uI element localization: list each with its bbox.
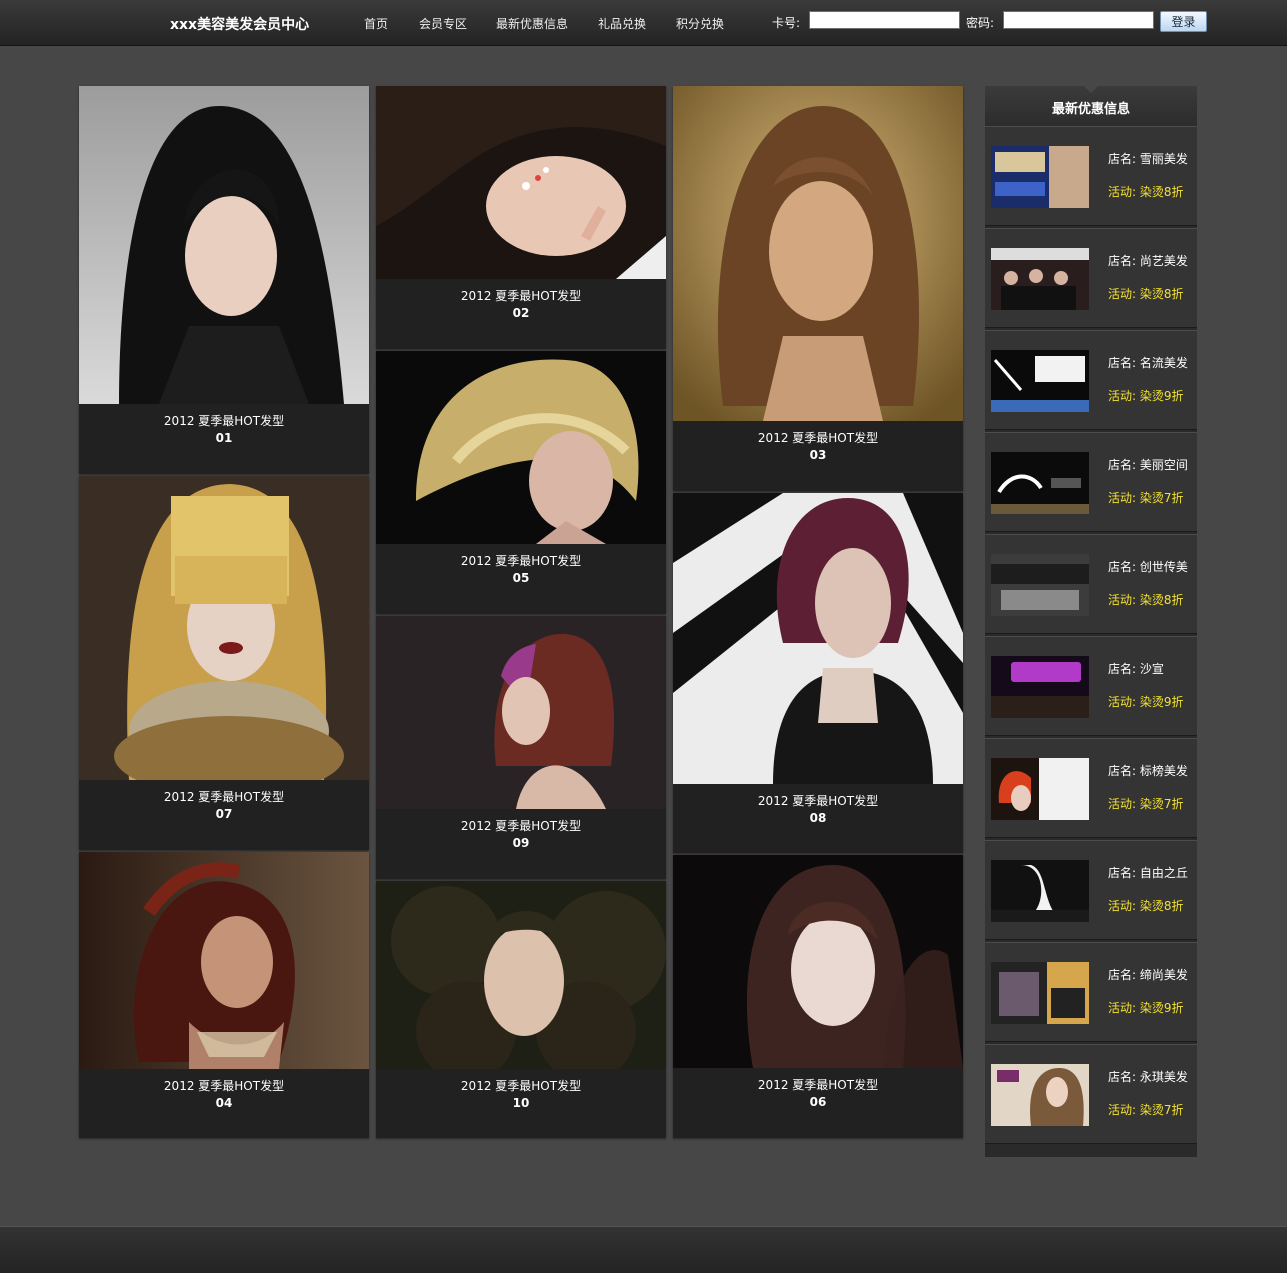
hairstyle-caption: 2012 夏季最HOT发型	[163, 1079, 285, 1093]
hairstyle-caption: 2012 夏季最HOT发型	[460, 554, 582, 568]
hairstyle-number: 05	[512, 571, 530, 585]
sidebar-notch	[1084, 86, 1098, 93]
promo-item[interactable]: 店名: 沙宣 活动: 染烫9折	[985, 636, 1197, 736]
footer-bar	[0, 1226, 1287, 1273]
promo-item[interactable]: 店名: 创世传美 活动: 染烫8折	[985, 534, 1197, 634]
store-deal: 活动: 染烫8折	[1108, 287, 1184, 301]
store-name: 店名: 标榜美发	[1108, 764, 1188, 778]
hairstyle-caption: 2012 夏季最HOT发型	[460, 819, 582, 833]
hairstyle-photo[interactable]	[376, 616, 666, 809]
hairstyle-card[interactable]: 2012 夏季最HOT发型 02	[376, 86, 666, 349]
store-deal: 活动: 染烫8折	[1108, 899, 1184, 913]
hairstyle-caption: 2012 夏季最HOT发型	[757, 431, 879, 445]
store-thumbnail[interactable]	[991, 248, 1089, 310]
hairstyle-number: 02	[512, 306, 530, 320]
store-name: 店名: 美丽空间	[1108, 458, 1188, 472]
store-name: 店名: 名流美发	[1108, 356, 1188, 370]
store-deal: 活动: 染烫7折	[1108, 491, 1184, 505]
hairstyle-number: 08	[809, 811, 827, 825]
hairstyle-number: 09	[512, 836, 530, 850]
card-number-label: 卡号:	[772, 16, 801, 30]
hairstyle-number: 07	[215, 807, 233, 821]
promo-item[interactable]: 店名: 标榜美发 活动: 染烫7折	[985, 738, 1197, 838]
promo-item[interactable]: 店名: 自由之丘 活动: 染烫8折	[985, 840, 1197, 940]
store-deal: 活动: 染烫8折	[1108, 185, 1184, 199]
store-name: 店名: 永琪美发	[1108, 1070, 1188, 1084]
hairstyle-number: 10	[512, 1096, 530, 1110]
store-thumbnail[interactable]	[991, 350, 1089, 412]
hairstyle-card[interactable]: 2012 夏季最HOT发型 09	[376, 616, 666, 879]
nav-points-exchange[interactable]: 积分兑换	[676, 15, 724, 32]
latest-offers-sidebar: 最新优惠信息 店名: 雪丽美发 活动: 染烫8折 店名: 尚艺美发 活动: 染烫…	[985, 86, 1197, 1157]
hairstyle-photo[interactable]	[79, 852, 369, 1069]
promo-item[interactable]: 店名: 永琪美发 活动: 染烫7折	[985, 1044, 1197, 1144]
promo-item[interactable]: 店名: 尚艺美发 活动: 染烫8折	[985, 228, 1197, 328]
hairstyle-caption: 2012 夏季最HOT发型	[163, 790, 285, 804]
hairstyle-card[interactable]: 2012 夏季最HOT发型 05	[376, 351, 666, 614]
store-thumbnail[interactable]	[991, 860, 1089, 922]
store-name: 店名: 沙宣	[1108, 662, 1164, 676]
hairstyle-caption: 2012 夏季最HOT发型	[460, 289, 582, 303]
hairstyle-photo[interactable]	[79, 476, 369, 780]
promo-item[interactable]: 店名: 缔尚美发 活动: 染烫9折	[985, 942, 1197, 1042]
store-deal: 活动: 染烫9折	[1108, 389, 1184, 403]
store-name: 店名: 自由之丘	[1108, 866, 1188, 880]
store-name: 店名: 缔尚美发	[1108, 968, 1188, 982]
hairstyle-card[interactable]: 2012 夏季最HOT发型 04	[79, 852, 369, 1138]
top-navigation-bar: xxx美容美发会员中心 首页 会员专区 最新优惠信息 礼品兑换 积分兑换 卡号:…	[0, 0, 1287, 46]
store-thumbnail[interactable]	[991, 554, 1089, 616]
password-input[interactable]	[1003, 11, 1154, 29]
nav-gift-exchange[interactable]: 礼品兑换	[598, 15, 646, 32]
store-deal: 活动: 染烫8折	[1108, 593, 1184, 607]
hairstyle-photo[interactable]	[79, 86, 369, 404]
promo-item[interactable]: 店名: 雪丽美发 活动: 染烫8折	[985, 126, 1197, 226]
hairstyle-card[interactable]: 2012 夏季最HOT发型 08	[673, 493, 963, 853]
store-thumbnail[interactable]	[991, 758, 1089, 820]
store-thumbnail[interactable]	[991, 962, 1089, 1024]
hairstyle-card[interactable]: 2012 夏季最HOT发型 10	[376, 881, 666, 1138]
hairstyle-number: 01	[215, 431, 233, 445]
hairstyle-number: 04	[215, 1096, 233, 1110]
store-name: 店名: 尚艺美发	[1108, 254, 1188, 268]
card-number-input[interactable]	[809, 11, 960, 29]
store-deal: 活动: 染烫7折	[1108, 797, 1184, 811]
store-thumbnail[interactable]	[991, 656, 1089, 718]
store-name: 店名: 雪丽美发	[1108, 152, 1188, 166]
site-title: xxx美容美发会员中心	[170, 17, 310, 33]
store-deal: 活动: 染烫9折	[1108, 1001, 1184, 1015]
hairstyle-card[interactable]: 2012 夏季最HOT发型 07	[79, 476, 369, 850]
hairstyle-caption: 2012 夏季最HOT发型	[757, 1078, 879, 1092]
hairstyle-caption: 2012 夏季最HOT发型	[757, 794, 879, 808]
hairstyle-photo[interactable]	[376, 86, 666, 279]
hairstyle-caption: 2012 夏季最HOT发型	[460, 1079, 582, 1093]
store-thumbnail[interactable]	[991, 1064, 1089, 1126]
hairstyle-card[interactable]: 2012 夏季最HOT发型 06	[673, 855, 963, 1138]
nav-member-zone[interactable]: 会员专区	[419, 15, 467, 32]
login-button[interactable]: 登录	[1160, 11, 1207, 32]
sidebar-header: 最新优惠信息	[985, 86, 1197, 126]
nav-home[interactable]: 首页	[364, 15, 388, 32]
hairstyle-number: 03	[809, 448, 827, 462]
promo-item[interactable]: 店名: 名流美发 活动: 染烫9折	[985, 330, 1197, 430]
hairstyle-caption: 2012 夏季最HOT发型	[163, 414, 285, 428]
store-thumbnail[interactable]	[991, 146, 1089, 208]
store-thumbnail[interactable]	[991, 452, 1089, 514]
store-deal: 活动: 染烫9折	[1108, 695, 1184, 709]
nav-latest-offers[interactable]: 最新优惠信息	[496, 15, 568, 32]
promo-item[interactable]: 店名: 美丽空间 活动: 染烫7折	[985, 432, 1197, 532]
hairstyle-photo[interactable]	[376, 351, 666, 544]
store-deal: 活动: 染烫7折	[1108, 1103, 1184, 1117]
hairstyle-photo[interactable]	[673, 86, 963, 421]
store-name: 店名: 创世传美	[1108, 560, 1188, 574]
hairstyle-number: 06	[809, 1095, 827, 1109]
sidebar-title: 最新优惠信息	[1051, 102, 1130, 117]
hairstyle-card[interactable]: 2012 夏季最HOT发型 01	[79, 86, 369, 474]
password-label: 密码:	[966, 16, 995, 30]
hairstyle-card[interactable]: 2012 夏季最HOT发型 03	[673, 86, 963, 491]
hairstyle-photo[interactable]	[673, 855, 963, 1068]
hairstyle-photo[interactable]	[673, 493, 963, 784]
hairstyle-photo[interactable]	[376, 881, 666, 1069]
